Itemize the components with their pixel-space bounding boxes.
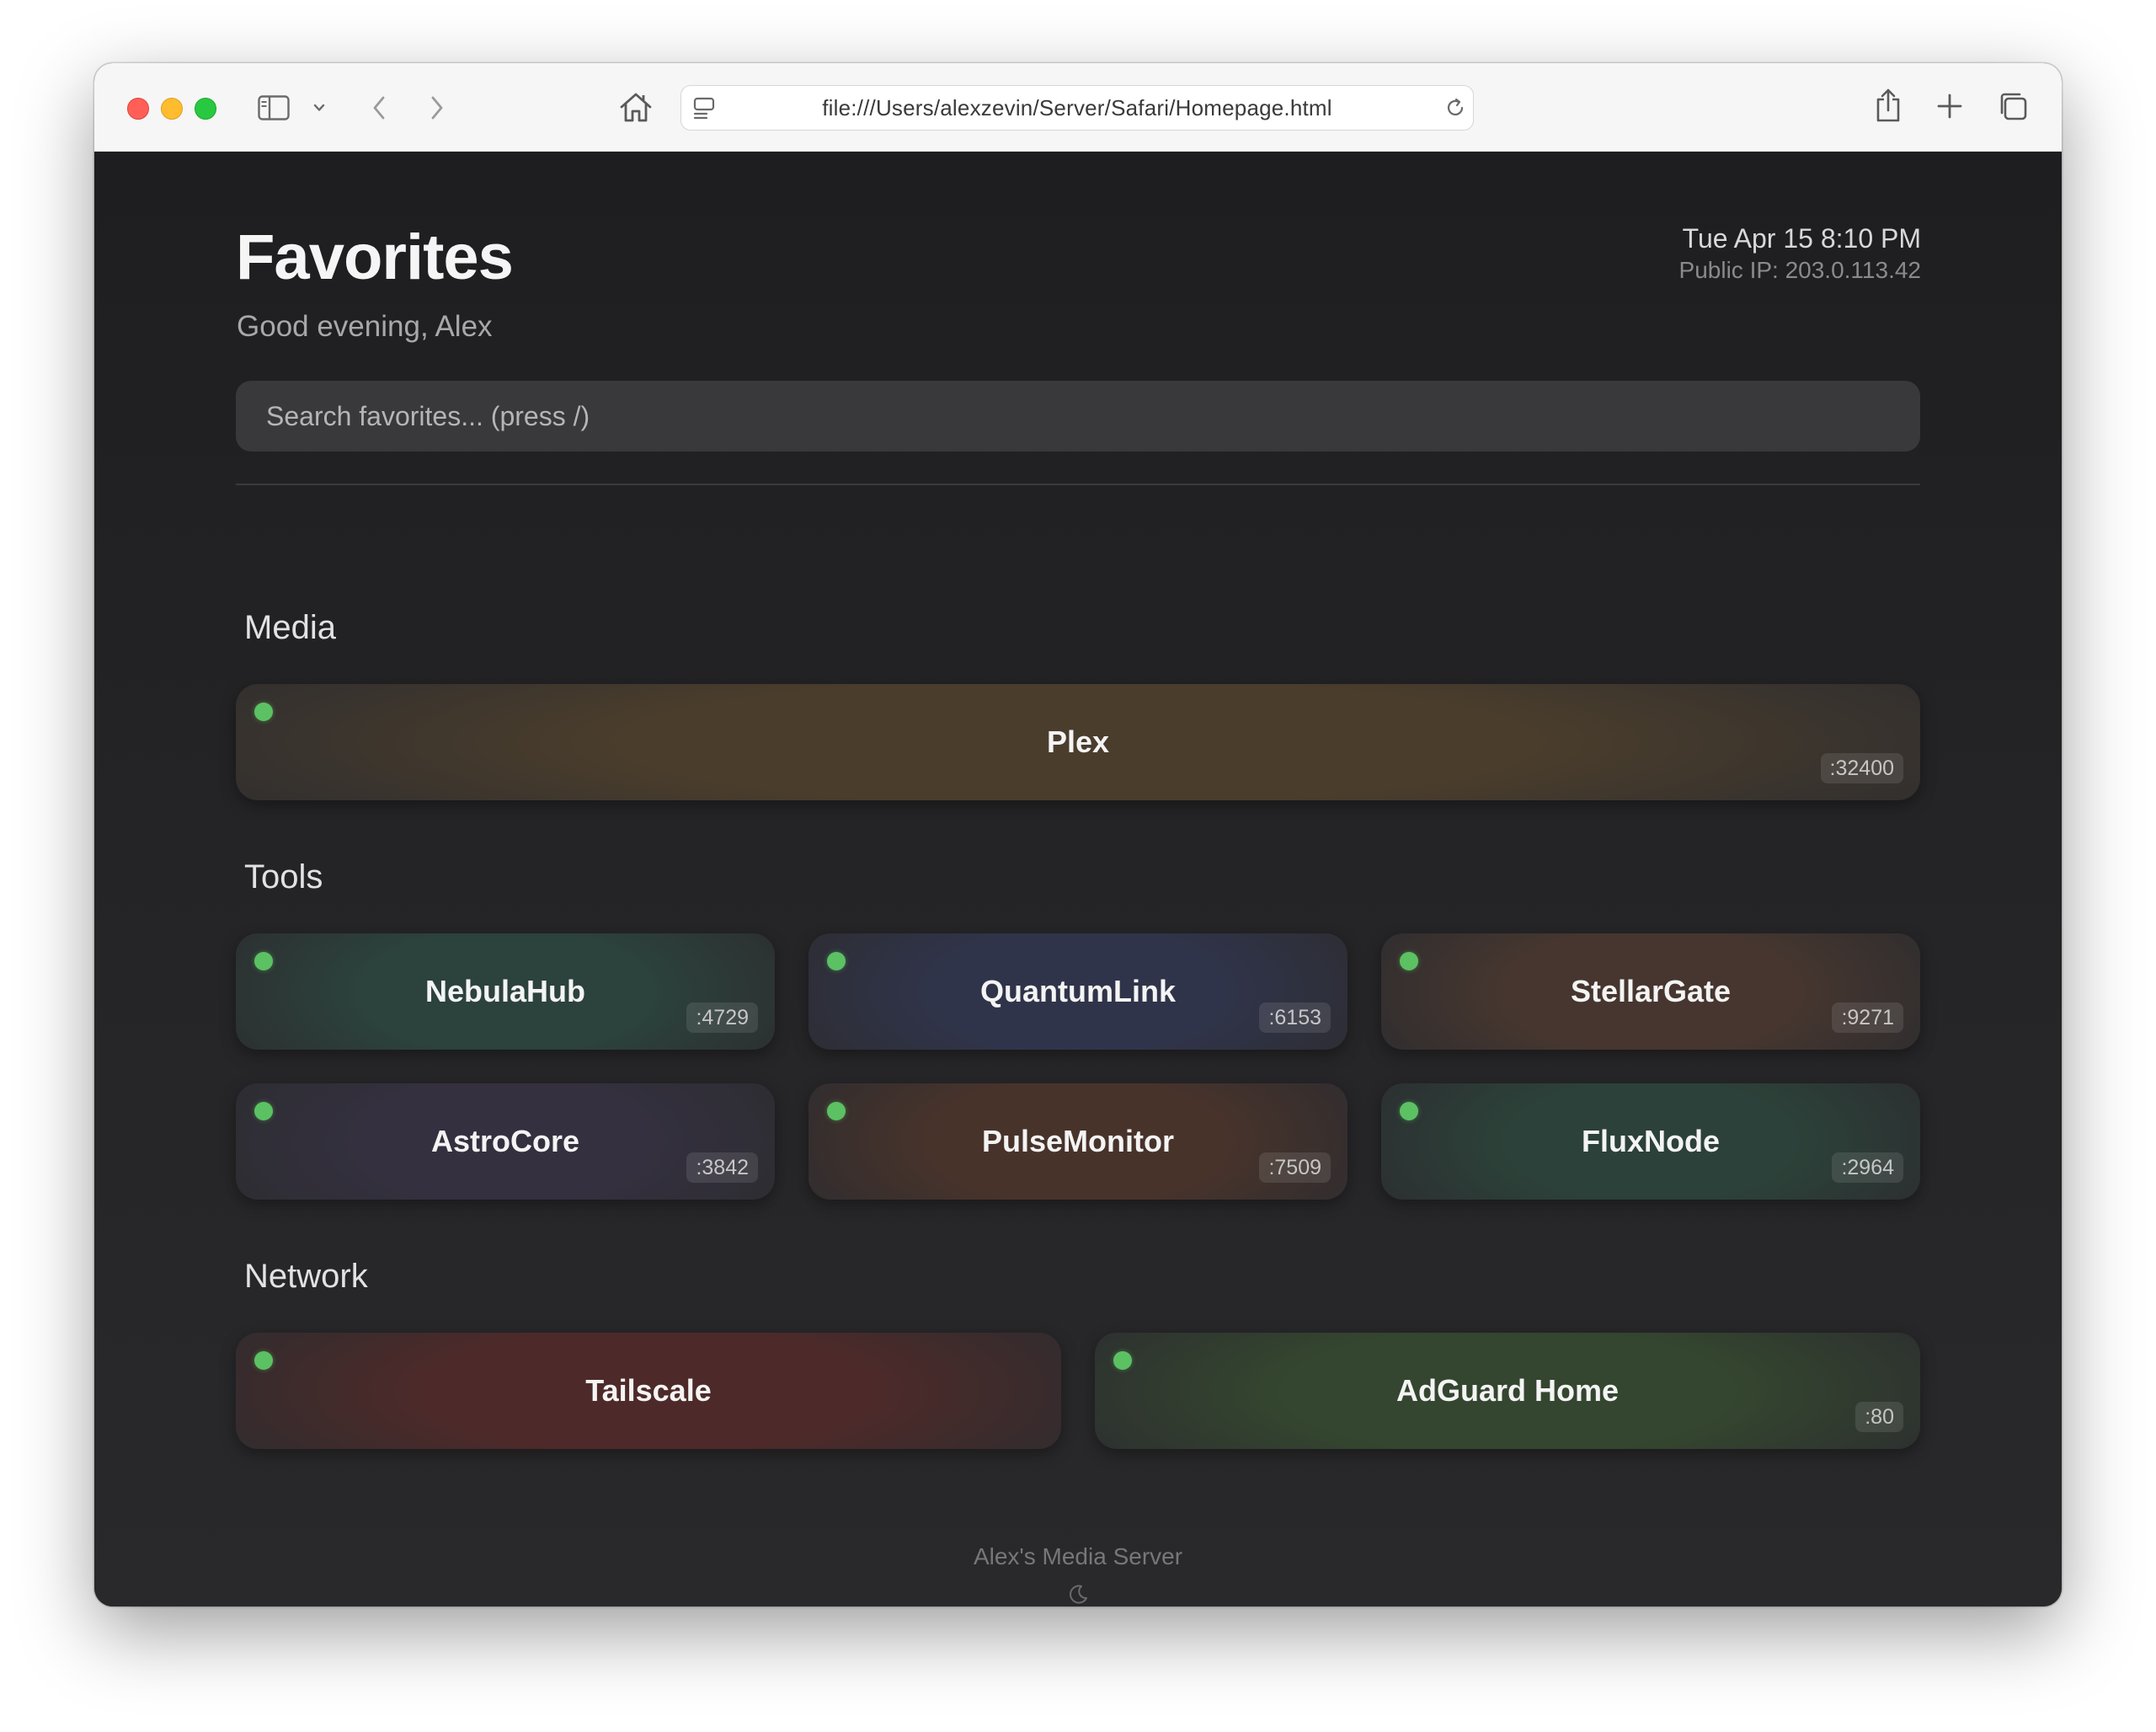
service-card-adguard-home[interactable]: AdGuard Home :80 — [1095, 1333, 1920, 1449]
url-text[interactable]: file:///Users/alexzevin/Server/Safari/Ho… — [681, 86, 1473, 130]
port-badge: :9271 — [1832, 1002, 1903, 1033]
sidebar-icon[interactable] — [257, 94, 291, 121]
port-badge: :2964 — [1832, 1152, 1903, 1183]
service-card-pulsemonitor[interactable]: PulseMonitor :7509 — [808, 1083, 1348, 1200]
service-name: AdGuard Home — [1396, 1373, 1620, 1408]
new-tab-icon[interactable] — [1935, 92, 1964, 120]
greeting-text: Good evening, Alex — [237, 310, 493, 343]
chevron-down-icon[interactable] — [312, 100, 327, 115]
browser-toolbar: file:///Users/alexzevin/Server/Safari/Ho… — [94, 63, 2062, 152]
service-card-quantumlink[interactable]: QuantumLink :6153 — [808, 933, 1348, 1050]
section-title-tools: Tools — [244, 858, 323, 895]
page-title: Favorites — [236, 222, 514, 293]
port-badge: :32400 — [1820, 753, 1903, 783]
public-ip-text: Public IP: 203.0.113.42 — [1678, 257, 1921, 283]
service-card-fluxnode[interactable]: FluxNode :2964 — [1381, 1083, 1920, 1200]
forward-arrow-icon[interactable] — [425, 94, 449, 122]
service-card-nebulahub[interactable]: NebulaHub :4729 — [236, 933, 775, 1050]
port-badge: :6153 — [1259, 1002, 1331, 1033]
datetime-text: Tue Apr 15 8:10 PM — [1682, 223, 1921, 254]
section-title-network: Network — [244, 1258, 368, 1295]
close-window-button[interactable] — [127, 98, 149, 120]
moon-icon[interactable] — [1067, 1584, 1089, 1606]
service-name: Plex — [1046, 724, 1110, 759]
reload-icon[interactable] — [1444, 97, 1466, 119]
share-icon[interactable] — [1873, 87, 1903, 124]
home-icon[interactable] — [619, 90, 653, 124]
browser-window: file:///Users/alexzevin/Server/Safari/Ho… — [94, 63, 2062, 1606]
service-card-tailscale[interactable]: Tailscale — [236, 1333, 1061, 1449]
service-card-stellargate[interactable]: StellarGate :9271 — [1381, 933, 1920, 1050]
port-badge: :80 — [1855, 1402, 1903, 1432]
search-input[interactable]: Search favorites... (press /) — [236, 381, 1920, 452]
back-arrow-icon[interactable] — [367, 94, 391, 122]
section-title-media: Media — [244, 609, 336, 646]
service-name: Tailscale — [585, 1373, 712, 1408]
port-badge: :3842 — [686, 1152, 758, 1183]
divider — [236, 484, 1920, 485]
footer-text: Alex's Media Server — [973, 1543, 1183, 1569]
port-badge: :7509 — [1259, 1152, 1331, 1183]
service-card-plex[interactable]: Plex :32400 — [236, 684, 1920, 800]
zoom-window-button[interactable] — [195, 98, 216, 120]
address-bar[interactable]: file:///Users/alexzevin/Server/Safari/Ho… — [680, 85, 1474, 131]
tab-overview-icon[interactable] — [1997, 90, 2029, 122]
service-card-astrocore[interactable]: AstroCore :3842 — [236, 1083, 775, 1200]
minimize-window-button[interactable] — [161, 98, 183, 120]
port-badge: :4729 — [686, 1002, 758, 1033]
search-placeholder: Search favorites... (press /) — [266, 400, 590, 431]
homepage-content: Favorites Good evening, Alex Tue Apr 15 … — [94, 152, 2062, 1606]
